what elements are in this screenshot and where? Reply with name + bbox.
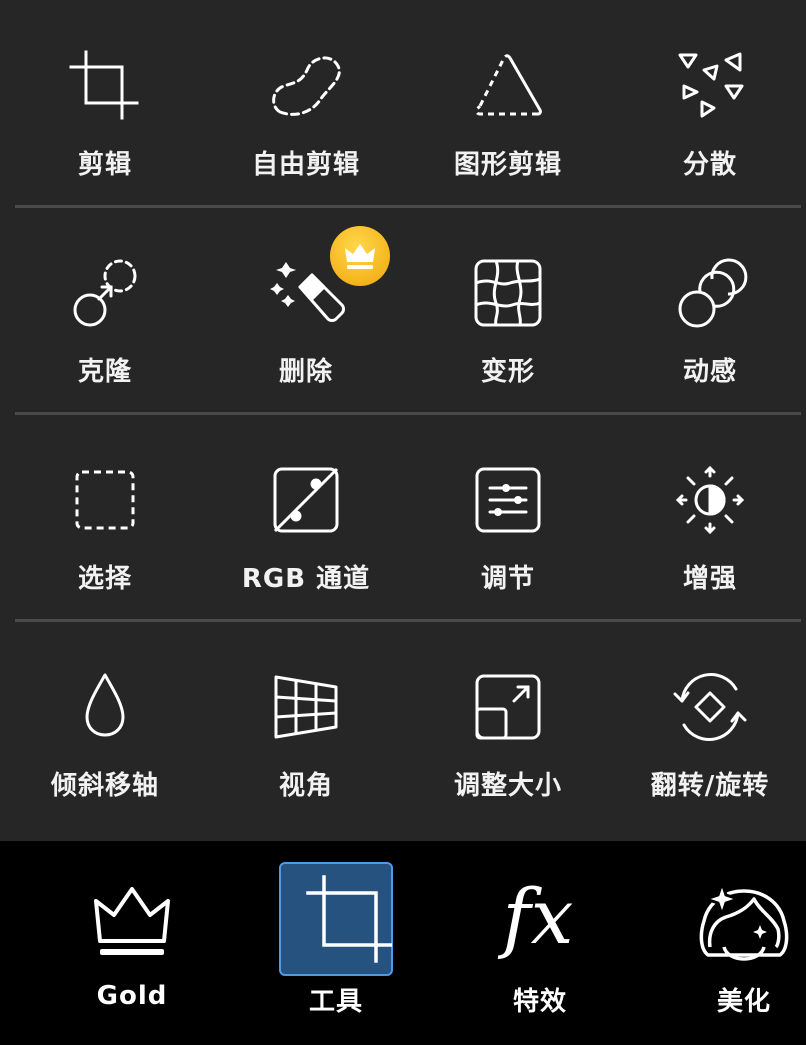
- tool-label: 动感: [682, 357, 737, 387]
- tool-label: 翻转/旋转: [650, 771, 770, 801]
- tool-perspective[interactable]: 视角: [205, 621, 407, 828]
- drop-icon: [65, 667, 145, 747]
- face-sparkle-icon: [688, 863, 800, 975]
- tool-shape-crop[interactable]: 图形剪辑: [407, 0, 609, 207]
- tool-label: 选择: [77, 564, 132, 594]
- crop-icon: [280, 863, 392, 975]
- perspective-icon: [266, 667, 346, 747]
- nav-tab-label: 工具: [308, 987, 363, 1017]
- adjust-sliders-icon: [468, 460, 548, 540]
- clone-icon: [65, 253, 145, 333]
- tool-select[interactable]: 选择: [4, 414, 206, 621]
- shape-crop-icon: [468, 46, 548, 126]
- tool-freeform-crop[interactable]: 自由剪辑: [205, 0, 407, 207]
- tool-flip-rotate[interactable]: 翻转/旋转: [609, 621, 806, 828]
- tool-adjust[interactable]: 调节: [407, 414, 609, 621]
- tools-panel: 剪辑 自由剪辑 图形剪辑 分散 克隆 删除 变形 动感 选择 RGB 通道 调节…: [0, 0, 806, 841]
- tool-resize[interactable]: 调整大小: [407, 621, 609, 828]
- resize-icon: [468, 667, 548, 747]
- selection-icon: [65, 460, 145, 540]
- enhance-icon: [670, 460, 750, 540]
- tool-label: RGB 通道: [241, 564, 371, 594]
- motion-circles-icon: [670, 253, 750, 333]
- crown-icon: [345, 244, 375, 269]
- nav-tab-tools[interactable]: 工具: [266, 841, 406, 1045]
- tool-label: 视角: [278, 771, 333, 801]
- tool-label: 自由剪辑: [251, 150, 360, 180]
- tool-crop[interactable]: 剪辑: [4, 0, 206, 207]
- svg-text:fx: fx: [498, 872, 574, 961]
- tool-motion[interactable]: 动感: [609, 207, 806, 414]
- tools-row-2: 克隆 删除 变形 动感: [0, 207, 806, 414]
- nav-tab-label: 美化: [716, 987, 771, 1017]
- tools-row-4: 倾斜移轴 视角 调整大小 翻转/旋转: [0, 621, 806, 828]
- nav-tab-label: Gold: [96, 981, 168, 1011]
- nav-tab-beautify[interactable]: 美化: [674, 841, 806, 1045]
- tool-disperse[interactable]: 分散: [609, 0, 806, 207]
- tool-label: 调节: [480, 564, 535, 594]
- nav-tab-gold[interactable]: Gold: [62, 841, 202, 1045]
- tool-tilt-shift[interactable]: 倾斜移轴: [4, 621, 206, 828]
- curves-icon: [266, 460, 346, 540]
- tool-label: 调整大小: [453, 771, 562, 801]
- tool-label: 剪辑: [77, 150, 132, 180]
- freeform-crop-icon: [266, 46, 346, 126]
- nav-tab-label: 特效: [512, 987, 567, 1017]
- tools-row-1: 剪辑 自由剪辑 图形剪辑 分散: [0, 0, 806, 207]
- tool-enhance[interactable]: 增强: [609, 414, 806, 621]
- tool-label: 克隆: [77, 357, 132, 387]
- fx-icon: fx: [484, 863, 596, 975]
- crop-icon: [65, 46, 145, 126]
- tool-clone[interactable]: 克隆: [4, 207, 206, 414]
- tool-label: 增强: [682, 564, 737, 594]
- tool-warp[interactable]: 变形: [407, 207, 609, 414]
- nav-tab-effects[interactable]: fx 特效: [470, 841, 610, 1045]
- bottom-nav-bar: Gold 工具 fx 特效 美化: [0, 841, 806, 1045]
- tool-rgb-curves[interactable]: RGB 通道: [205, 414, 407, 621]
- crown-icon: [76, 863, 188, 975]
- flip-rotate-icon: [670, 667, 750, 747]
- tool-label: 图形剪辑: [453, 150, 562, 180]
- premium-crown-badge: [330, 226, 390, 286]
- tools-row-3: 选择 RGB 通道 调节 增强: [0, 414, 806, 621]
- tool-label: 分散: [682, 150, 737, 180]
- tool-label: 倾斜移轴: [50, 771, 159, 801]
- tool-label: 变形: [480, 357, 535, 387]
- disperse-icon: [670, 46, 750, 126]
- warp-grid-icon: [468, 253, 548, 333]
- tool-label: 删除: [278, 357, 333, 387]
